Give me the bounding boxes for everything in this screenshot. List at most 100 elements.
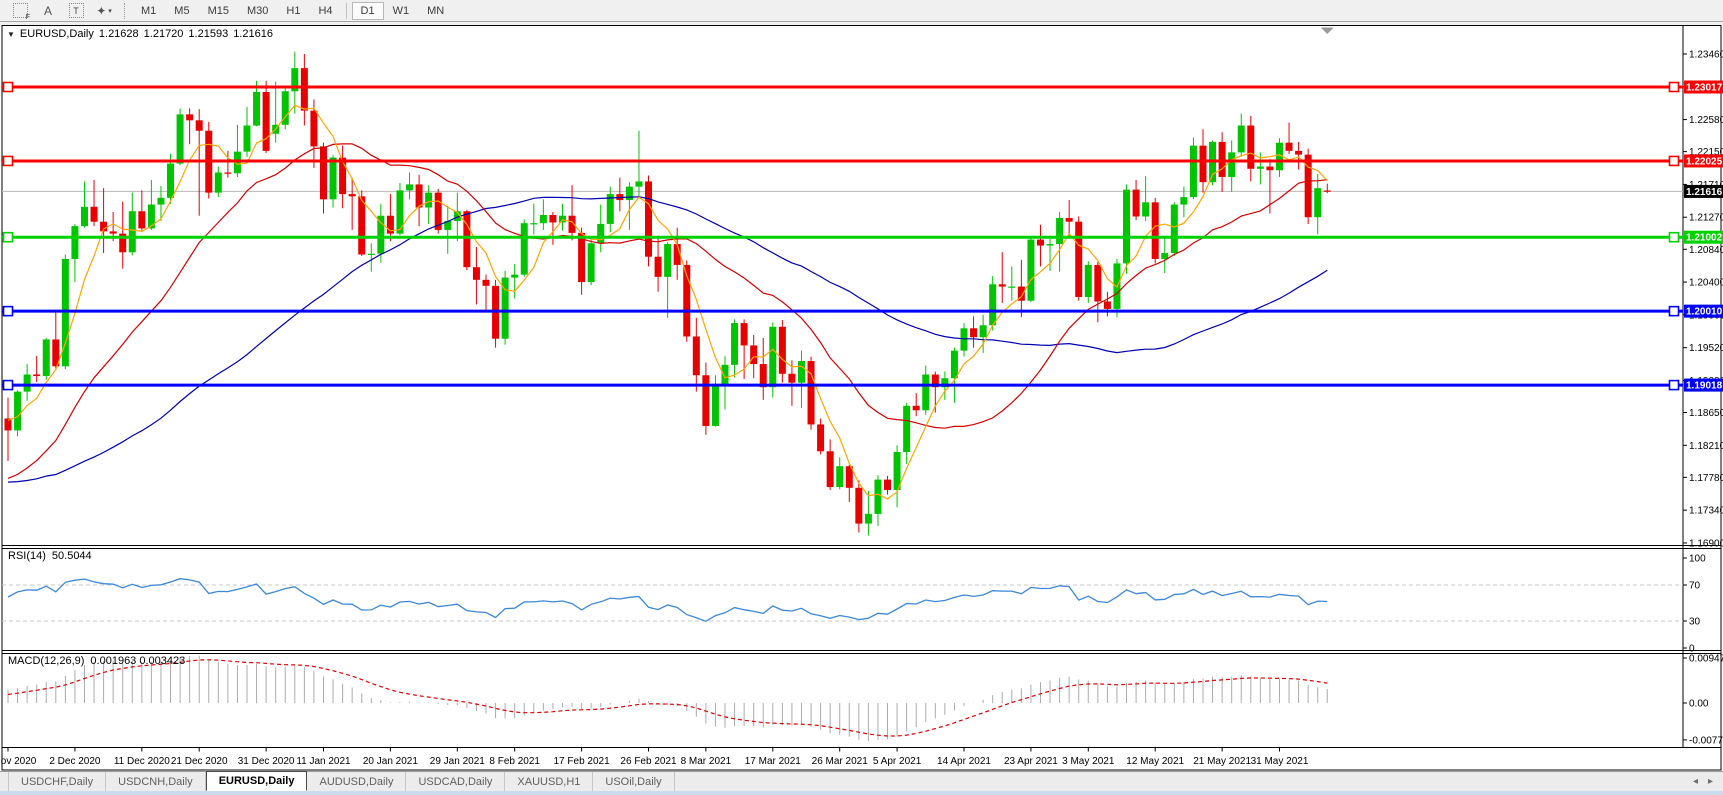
top-toolbar: F A T ✦▾ M1M5M15M30H1H4 D1W1MN [0,0,1723,22]
macd-indicator-label: MACD(12,26,9) 0.001963 0.003423 [8,655,185,667]
rsi-indicator-label: RSI(14) 50.5044 [8,550,92,562]
symbol-tabbar: USDCHF,DailyUSDCNH,DailyEURUSD,DailyAUDU… [0,771,1723,791]
svg-text:1.18210: 1.18210 [1689,441,1723,452]
cursor-arrows-icon[interactable]: ✦▾ [92,2,116,20]
svg-text:70: 70 [1689,581,1701,592]
dropdown-caret-icon: ▾ [108,7,112,15]
svg-text:1.20400: 1.20400 [1689,278,1723,289]
svg-text:1.19520: 1.19520 [1689,343,1723,354]
svg-text:1.21002: 1.21002 [1686,233,1723,244]
svg-text:1.17340: 1.17340 [1689,506,1723,517]
svg-text:1.16900: 1.16900 [1689,538,1723,549]
chart-window: 1.234601.230201.225801.221501.217101.212… [0,25,1723,775]
rsi-name: RSI(14) [8,550,46,562]
svg-text:1.19018: 1.19018 [1686,381,1723,392]
svg-text:8 Mar 2021: 8 Mar 2021 [681,756,732,767]
rsi-value: 50.5044 [52,550,92,562]
hline-anchor[interactable] [4,156,13,165]
svg-text:20 Jan 2021: 20 Jan 2021 [363,756,418,767]
text-box-icon[interactable]: T [64,2,88,20]
hline-anchor[interactable] [1670,381,1679,390]
tab-scroll-left-icon[interactable]: ◂ [1693,776,1698,787]
svg-text:1.20010: 1.20010 [1686,307,1723,318]
svg-text:21 Dec 2020: 21 Dec 2020 [171,756,228,767]
toolbar-separator [124,3,126,19]
svg-text:1.22025: 1.22025 [1686,156,1723,167]
svg-text:12 May 2021: 12 May 2021 [1126,756,1184,767]
svg-text:23 Apr 2021: 23 Apr 2021 [1004,756,1058,767]
timeframe-button-d1[interactable]: D1 [352,2,384,20]
svg-text:31 May 2021: 31 May 2021 [1251,756,1309,767]
svg-text:11 Jan 2021: 11 Jan 2021 [296,756,351,767]
svg-text:29 Jan 2021: 29 Jan 2021 [430,756,485,767]
collapse-arrow-icon[interactable]: ▼ [7,30,15,39]
chart-tab-audusd[interactable]: AUDUSD,Daily [307,772,406,791]
svg-text:-0.00777: -0.00777 [1689,735,1723,746]
hline-anchor[interactable] [4,83,13,92]
svg-text:5 Apr 2021: 5 Apr 2021 [873,756,922,767]
quote-close: 1.21616 [233,28,273,40]
timeframe-button-m30[interactable]: M30 [238,2,277,20]
hline-anchor[interactable] [1670,156,1679,165]
chart-frame [2,26,1721,771]
svg-text:1.21616: 1.21616 [1686,187,1723,198]
toolbar-separator [346,3,348,19]
cursor-glyph: ✦ [96,4,106,18]
font-glyph: A [44,4,52,18]
svg-text:0.00: 0.00 [1689,699,1709,710]
chart-canvas[interactable]: 1.234601.230201.225801.221501.217101.212… [0,25,1723,775]
font-icon[interactable]: A [36,2,60,20]
timeframe-button-h4[interactable]: H4 [309,2,341,20]
svg-text:23 Nov 2020: 23 Nov 2020 [0,756,37,767]
symbol-title: EURUSD,Daily [20,28,94,40]
hline-anchor[interactable] [4,381,13,390]
svg-text:100: 100 [1689,554,1706,565]
hline-anchor[interactable] [1670,233,1679,242]
svg-text:0.009478: 0.009478 [1689,653,1723,664]
macd-values: 0.001963 0.003423 [90,655,185,667]
quote-low: 1.21593 [188,28,228,40]
symbol-quote-line: ▼ EURUSD,Daily 1.21628 1.21720 1.21593 1… [7,28,273,40]
timeframe-button-mn[interactable]: MN [418,2,453,20]
timeframe-button-w1[interactable]: W1 [384,2,419,20]
hline-anchor[interactable] [1670,307,1679,316]
macd-name: MACD(12,26,9) [8,655,84,667]
svg-text:1.23460: 1.23460 [1689,49,1723,60]
chart-tab-usoil[interactable]: USOil,Daily [593,772,674,791]
svg-text:26 Feb 2021: 26 Feb 2021 [620,756,677,767]
svg-text:1.18650: 1.18650 [1689,408,1723,419]
svg-text:17 Feb 2021: 17 Feb 2021 [554,756,611,767]
chart-tab-usdcnh[interactable]: USDCNH,Daily [106,772,206,791]
tab-scroll-right-icon[interactable]: ▸ [1708,776,1713,787]
quote-high: 1.21720 [144,28,184,40]
quote-open: 1.21628 [99,28,139,40]
chart-tab-usdchf[interactable]: USDCHF,Daily [8,772,106,791]
timeframe-button-m5[interactable]: M5 [165,2,198,20]
svg-text:17 Mar 2021: 17 Mar 2021 [745,756,802,767]
hline-anchor[interactable] [4,307,13,316]
chart-tab-xauusd[interactable]: XAUUSD,H1 [505,772,593,791]
bottom-status-strip [0,791,1723,795]
hline-anchor[interactable] [1670,83,1679,92]
tab-nav: ◂▸ [1693,772,1723,791]
timeframe-button-m1[interactable]: M1 [132,2,165,20]
svg-text:14 Apr 2021: 14 Apr 2021 [937,756,991,767]
svg-text:3 May 2021: 3 May 2021 [1062,756,1115,767]
svg-text:1.17780: 1.17780 [1689,473,1723,484]
hline-anchor[interactable] [4,233,13,242]
text-glyph: T [69,3,84,18]
timeframe-button-h1[interactable]: H1 [277,2,309,20]
svg-text:30: 30 [1689,617,1701,628]
svg-text:11 Dec 2020: 11 Dec 2020 [114,756,170,767]
svg-text:2 Dec 2020: 2 Dec 2020 [49,756,101,767]
chart-tab-eurusd[interactable]: EURUSD,Daily [206,771,308,791]
svg-text:1.20840: 1.20840 [1689,245,1723,256]
svg-text:1.22580: 1.22580 [1689,115,1723,126]
grid-f-icon[interactable]: F [8,2,32,20]
svg-text:1.23017: 1.23017 [1686,83,1723,94]
svg-text:1.21270: 1.21270 [1689,213,1723,224]
grid-letter: F [26,14,30,21]
svg-text:21 May 2021: 21 May 2021 [1193,756,1251,767]
chart-tab-usdcad[interactable]: USDCAD,Daily [406,772,505,791]
timeframe-button-m15[interactable]: M15 [199,2,238,20]
